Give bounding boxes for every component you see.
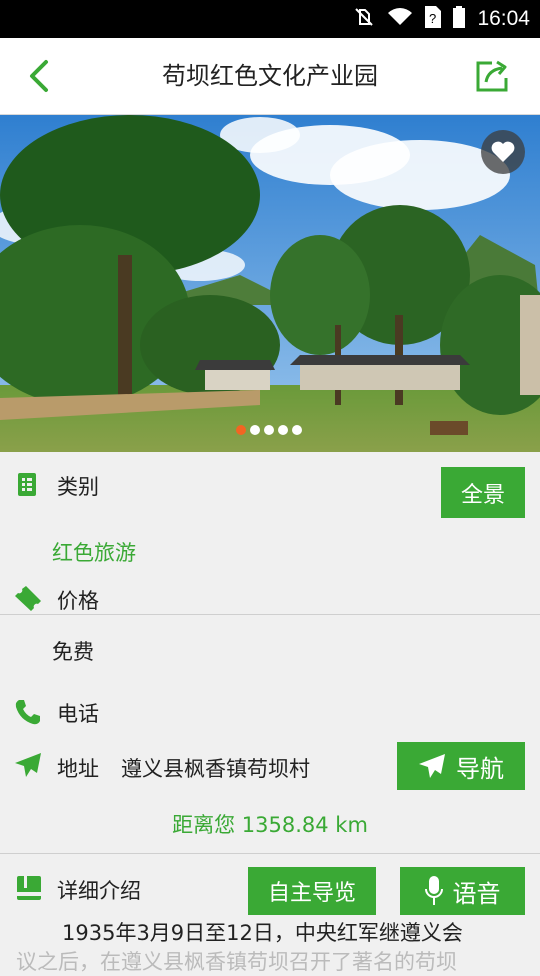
carousel-dot[interactable]	[250, 425, 260, 435]
self-guide-button-label: 自主导览	[267, 881, 356, 906]
phone-icon[interactable]	[14, 698, 42, 726]
svg-text:?: ?	[429, 11, 436, 26]
heart-icon	[491, 141, 515, 162]
navigate-button[interactable]: 导航	[397, 742, 525, 790]
carousel-dot[interactable]	[292, 425, 302, 435]
distance-text: 距离您 1358.84 km	[172, 813, 368, 837]
carousel-dot[interactable]	[278, 425, 288, 435]
intro-label: 详细介绍	[57, 879, 141, 903]
microphone-icon	[424, 876, 443, 905]
wifi-icon	[387, 7, 413, 31]
send-icon	[15, 753, 41, 777]
phone-label: 电话	[57, 702, 99, 726]
sim-icon: ?	[425, 6, 442, 32]
carousel-indicator	[236, 425, 302, 435]
price-label: 价格	[57, 589, 99, 613]
carousel-dot[interactable]	[236, 425, 246, 435]
ticket-icon	[15, 586, 41, 611]
panorama-button-label: 全景	[460, 482, 505, 508]
share-icon	[476, 60, 508, 92]
voice-button[interactable]: 语音	[400, 867, 525, 915]
category-label: 类别	[57, 475, 99, 499]
status-bar: ? 16:04	[0, 0, 540, 38]
battery-icon	[453, 6, 466, 32]
intro-text-continued: 议之后，在遵义县枫香镇苟坝召开了著名的苟坝	[16, 950, 457, 974]
send-icon	[419, 754, 445, 778]
navigate-button-label: 导航	[456, 754, 504, 783]
self-guide-button[interactable]: 自主导览	[248, 867, 376, 915]
price-value: 免费	[52, 640, 94, 664]
favorite-button[interactable]	[481, 130, 525, 174]
carousel-dot[interactable]	[264, 425, 274, 435]
scenic-photo[interactable]	[0, 115, 540, 452]
mute-icon	[353, 6, 375, 32]
status-time: 16:04	[477, 7, 530, 30]
scenic-photo-illustration	[0, 115, 540, 452]
category-icon	[18, 473, 36, 496]
address-value: 遵义县枫香镇苟坝村	[121, 757, 310, 781]
app-header: 苟坝红色文化产业园	[0, 38, 540, 115]
book-icon	[17, 876, 41, 900]
share-button[interactable]	[474, 58, 512, 94]
panorama-button[interactable]: 全景	[441, 467, 525, 518]
intro-text: 1935年3月9日至12日，中央红军继遵义会	[62, 921, 463, 945]
page-title: 苟坝红色文化产业园	[162, 62, 378, 90]
category-value: 红色旅游	[52, 541, 136, 565]
voice-button-label: 语音	[452, 879, 501, 908]
address-label: 地址	[57, 757, 99, 781]
